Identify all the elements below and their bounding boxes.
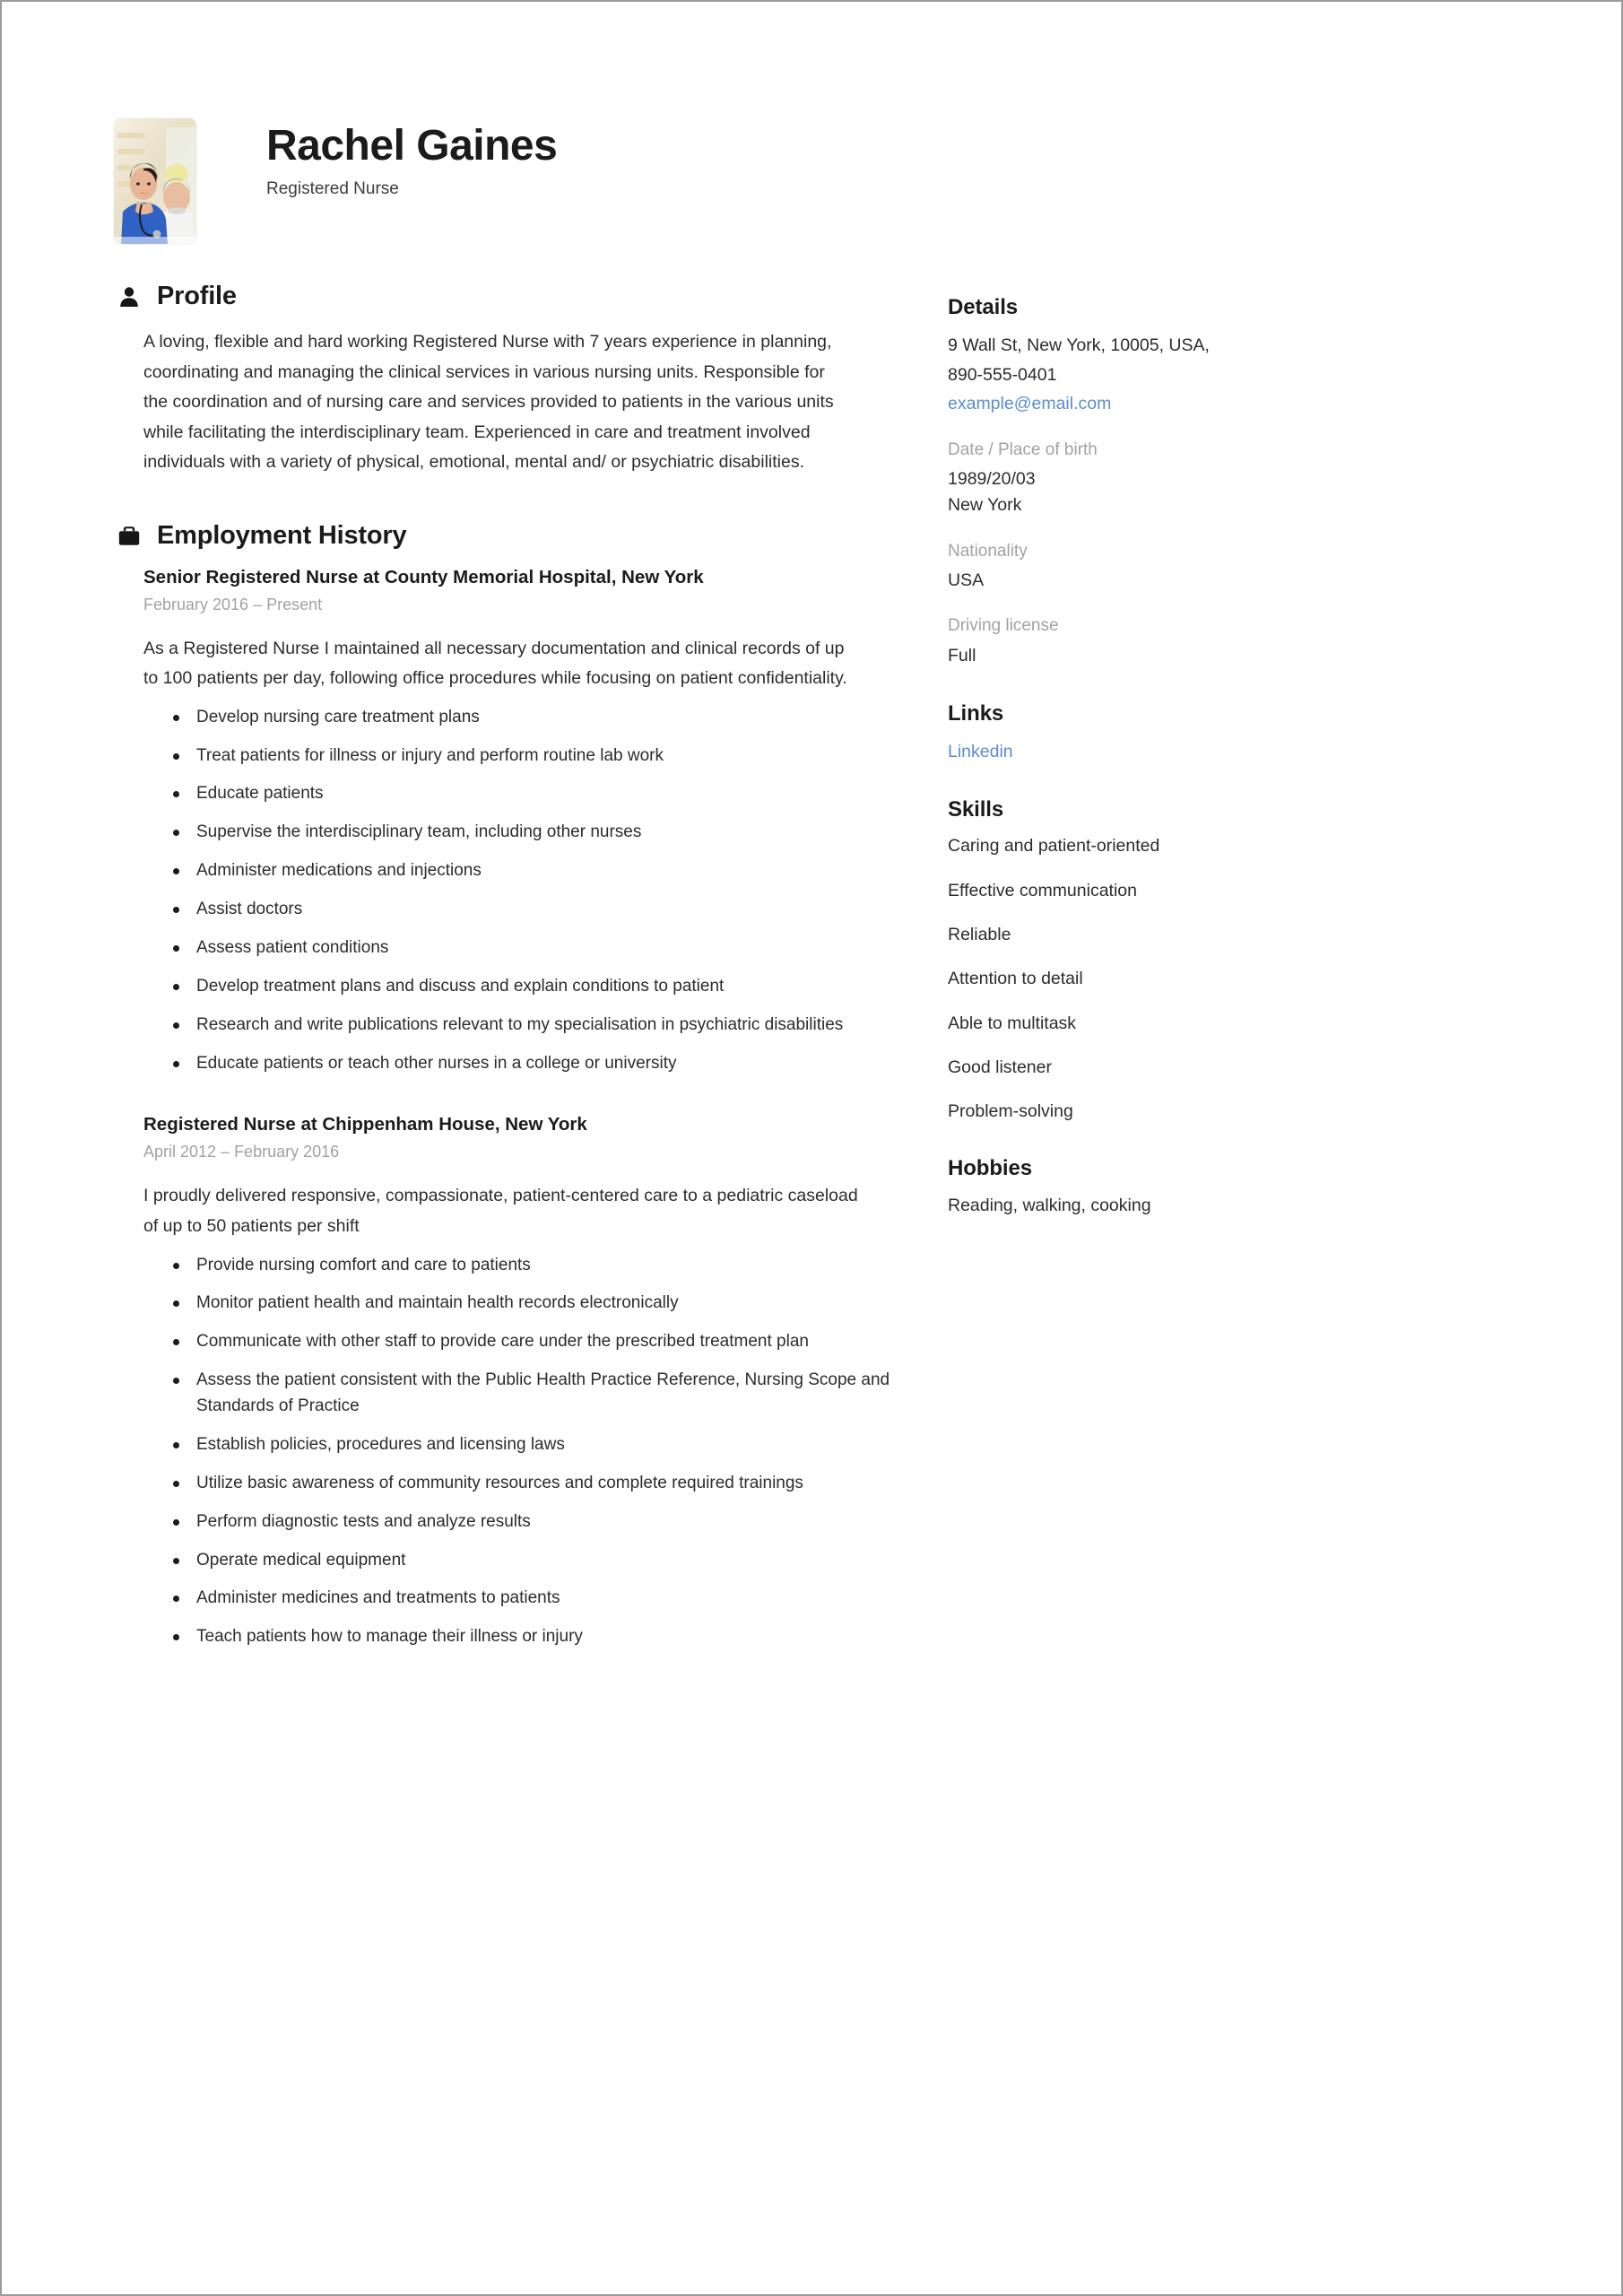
skill-item: Problem-solving (948, 1101, 1073, 1122)
details-block: Details 9 Wall St, New York, 10005, USA,… (948, 295, 1383, 669)
email-link[interactable]: example@email.com (948, 391, 1111, 417)
job-description: As a Registered Nurse I maintained all n… (143, 638, 847, 689)
list-item: Research and write publications relevant… (171, 1013, 898, 1039)
job-heading: Registered Nurse at Chippenham House, Ne… (143, 1114, 587, 1135)
linkedin-link[interactable]: Linkedin (948, 739, 1013, 765)
profile-section-header: Profile (114, 282, 934, 311)
skill-item: Attention to detail (948, 969, 1083, 989)
list-item: Perform diagnostic tests and analyze res… (171, 1509, 898, 1535)
resume-page: Rachel Gaines Registered Nurse Profile A… (0, 0, 1623, 2296)
profile-text: A loving, flexible and hard working Regi… (143, 332, 834, 473)
job-description: I proudly delivered responsive, compassi… (143, 1186, 858, 1236)
dob-label: Date / Place of birth (948, 439, 1098, 459)
list-item: Educate patients or teach other nurses i… (171, 1051, 898, 1077)
list-item: Communicate with other staff to provide … (171, 1329, 898, 1355)
list-item: Assess patient conditions (171, 935, 898, 961)
list-item: Establish policies, procedures and licen… (171, 1432, 898, 1458)
resume-header: Rachel Gaines Registered Nurse (2, 2, 1621, 244)
skills-list: Caring and patient-oriented Effective co… (948, 835, 1383, 1123)
resume-sheet: Rachel Gaines Registered Nurse Profile A… (2, 2, 1621, 2294)
job-bullets: Provide nursing comfort and care to pati… (143, 1253, 898, 1651)
person-icon (117, 283, 141, 310)
birth-place-value: New York (948, 495, 1022, 516)
driving-license-value: Full (948, 645, 976, 665)
list-item: Supervise the interdisciplinary team, in… (171, 820, 898, 846)
list-item: Monitor patient health and maintain heal… (171, 1291, 898, 1317)
dob-value: 1989/20/03 (948, 469, 1036, 489)
nurse-photo-icon (114, 118, 196, 244)
list-item: Educate patients (171, 781, 898, 807)
list-item: Assist doctors (171, 897, 898, 923)
entry-spacer (114, 1089, 934, 1114)
avatar (114, 118, 196, 244)
nationality-label: Nationality (948, 541, 1028, 561)
skill-item: Able to multitask (948, 1013, 1077, 1033)
content-columns: Profile A loving, flexible and hard work… (2, 244, 1621, 1693)
profile-title: Profile (157, 282, 237, 310)
hobbies-text: Reading, walking, cooking (948, 1195, 1151, 1215)
briefcase-icon (117, 522, 141, 549)
skill-item: Caring and patient-oriented (948, 836, 1160, 857)
list-item: Utilize basic awareness of community res… (171, 1471, 898, 1497)
job-dates: April 2012 – February 2016 (143, 1143, 340, 1161)
skill-item: Effective communication (948, 880, 1137, 900)
list-item: Treat patients for illness or injury and… (171, 744, 898, 770)
job-title: Registered Nurse (266, 179, 399, 199)
employment-section: Employment History Senior Registered Nur… (114, 521, 934, 1651)
sidebar-column: Details 9 Wall St, New York, 10005, USA,… (934, 282, 1383, 1250)
profile-section: Profile A loving, flexible and hard work… (114, 282, 934, 478)
list-item: Provide nursing comfort and care to pati… (171, 1253, 898, 1279)
nationality-value: USA (948, 570, 985, 590)
list-item: Develop nursing care treatment plans (171, 705, 898, 731)
job-bullets: Develop nursing care treatment plans Tre… (143, 705, 898, 1077)
job-heading: Senior Registered Nurse at County Memori… (143, 566, 704, 587)
list-item: Assess the patient consistent with the P… (171, 1368, 898, 1420)
links-title: Links (948, 701, 1004, 726)
main-column: Profile A loving, flexible and hard work… (2, 282, 934, 1693)
name-block: Rachel Gaines Registered Nurse (266, 118, 558, 199)
links-block: Links Linkedin (948, 701, 1383, 765)
phone-text: 890-555-0401 (948, 364, 1057, 385)
details-title: Details (948, 295, 1019, 319)
skill-item: Good listener (948, 1057, 1052, 1077)
skills-block: Skills Caring and patient-oriented Effec… (948, 797, 1383, 1123)
list-item: Administer medications and injections (171, 858, 898, 884)
list-item: Administer medicines and treatments to p… (171, 1586, 898, 1612)
employment-entry: Senior Registered Nurse at County Memori… (143, 567, 934, 1077)
list-item: Develop treatment plans and discuss and … (171, 974, 898, 1000)
hobbies-title: Hobbies (948, 1155, 1032, 1180)
skill-item: Reliable (948, 924, 1011, 944)
driving-license-label: Driving license (948, 616, 1059, 636)
job-dates: February 2016 – Present (143, 595, 323, 613)
employment-title: Employment History (157, 520, 407, 550)
employment-entry: Registered Nurse at Chippenham House, Ne… (143, 1114, 934, 1650)
hobbies-block: Hobbies Reading, walking, cooking (948, 1156, 1383, 1218)
list-item: Teach patients how to manage their illne… (171, 1624, 898, 1650)
skills-title: Skills (948, 797, 1004, 822)
address-text: 9 Wall St, New York, 10005, USA, (948, 335, 1210, 355)
page-title: Rachel Gaines (266, 122, 558, 170)
list-item: Operate medical equipment (171, 1548, 898, 1574)
employment-section-header: Employment History (114, 521, 934, 551)
